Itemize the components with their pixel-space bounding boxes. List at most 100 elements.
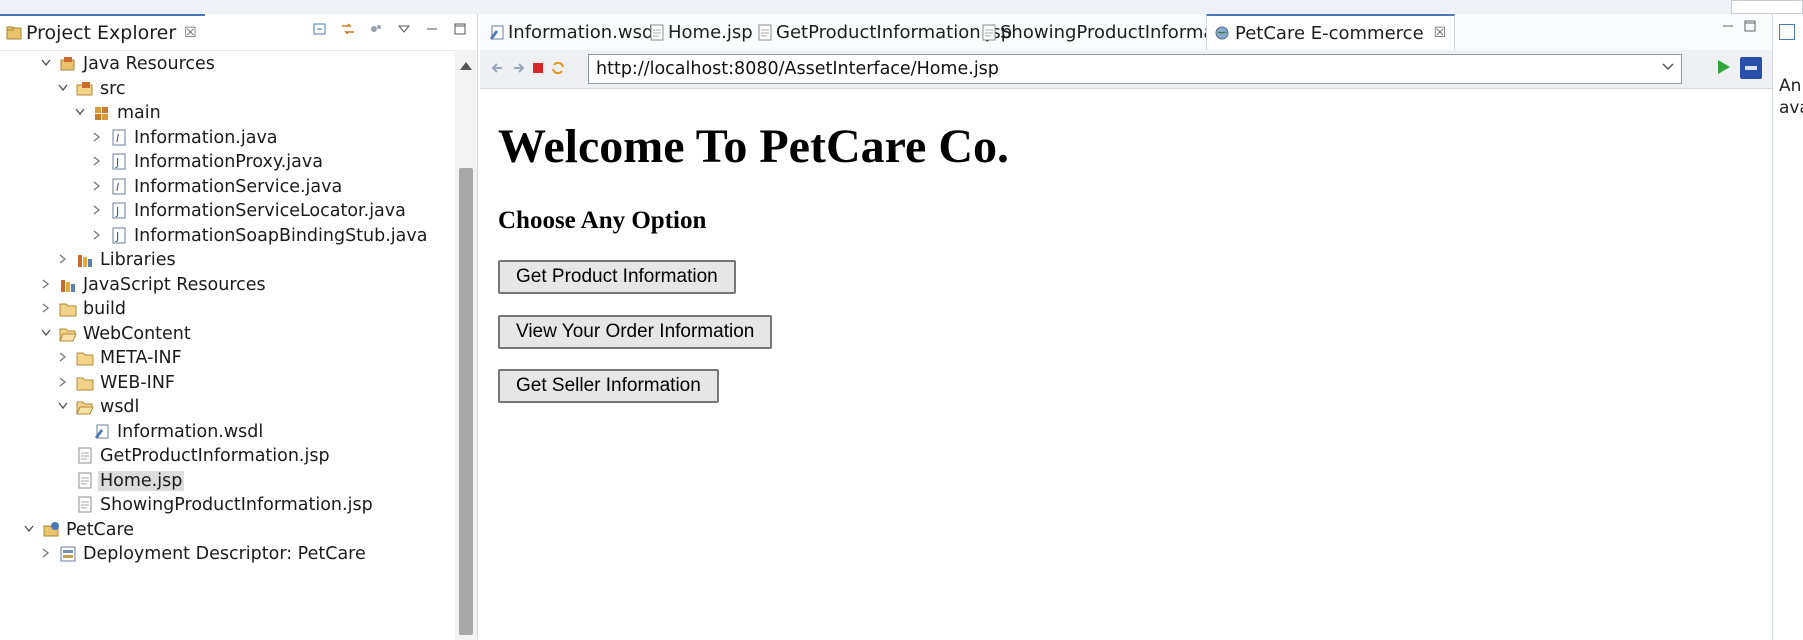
tree-item[interactable]: build [39, 296, 128, 322]
chevron-down-icon[interactable] [39, 57, 53, 71]
tree-item[interactable]: J InformationProxy.java [90, 149, 325, 175]
tree-item[interactable]: Information.wsdl [73, 419, 265, 445]
minimize-icon[interactable] [1722, 20, 1734, 35]
tree-item[interactable]: Deployment Descriptor: PetCare [39, 541, 368, 567]
tab-label: Project Explorer [26, 22, 177, 44]
chevron-down-icon[interactable] [1661, 60, 1675, 76]
minimize-icon[interactable] [423, 20, 441, 38]
tree-item[interactable]: ShowingProductInformation.jsp [56, 492, 375, 518]
tree-item-label: WebContent [83, 324, 191, 344]
tree-item-label: InformationProxy.java [134, 152, 323, 172]
chevron-right-icon[interactable] [56, 351, 70, 366]
url-input[interactable]: http://localhost:8080/AssetInterface/Hom… [588, 54, 1682, 84]
editor-tab[interactable]: Home.jsp [640, 14, 761, 50]
wsdl-file-icon [488, 24, 504, 40]
explorer-toolbar [311, 20, 469, 38]
tree-item[interactable]: J InformationServiceLocator.java [90, 198, 408, 224]
close-icon[interactable]: ☒ [184, 25, 197, 41]
folder-icon [76, 349, 94, 367]
folder-open-icon [76, 398, 94, 416]
tree-item-label: Information.java [134, 128, 278, 148]
forward-icon[interactable] [510, 60, 526, 76]
chevron-right-icon[interactable] [90, 204, 104, 219]
java-file-icon: J [110, 202, 128, 220]
filter-icon[interactable] [367, 20, 385, 38]
get-seller-information-button[interactable]: Get Seller Information [498, 369, 719, 403]
chevron-down-icon[interactable] [22, 523, 36, 537]
scrollbar-thumb[interactable] [459, 168, 473, 635]
tree-item-label: Libraries [100, 250, 176, 270]
tree-item[interactable]: src [56, 76, 128, 102]
folder-icon [59, 300, 77, 318]
tree-item[interactable]: GetProductInformation.jsp [56, 443, 332, 469]
svg-text:J: J [115, 230, 119, 243]
chevron-down-icon[interactable] [56, 400, 70, 414]
refresh-icon[interactable] [550, 60, 566, 76]
tree-item-label: ShowingProductInformation.jsp [100, 495, 373, 515]
chevron-right-icon[interactable] [56, 376, 70, 391]
chevron-right-icon[interactable] [90, 229, 104, 244]
explorer-scrollbar[interactable] [455, 50, 477, 640]
tree-item[interactable]: wsdl [56, 394, 141, 420]
chevron-right-icon[interactable] [56, 253, 70, 268]
tree-item-label: WEB-INF [100, 373, 175, 393]
source-folder-icon [76, 80, 94, 98]
tree-item[interactable]: Home.jsp [56, 468, 185, 494]
java-resources-icon [59, 55, 77, 73]
project-explorer-tabbar: Project Explorer ☒ [0, 14, 477, 51]
right-panel-text-2: ava [1779, 98, 1803, 118]
chevron-right-icon[interactable] [39, 547, 53, 562]
tree-item[interactable]: J InformationSoapBindingStub.java [90, 223, 429, 249]
tree-item[interactable]: I Information.java [90, 125, 280, 151]
jsp-file-icon [76, 496, 94, 514]
get-product-information-button[interactable]: Get Product Information [498, 260, 736, 294]
go-icon[interactable] [1718, 60, 1730, 74]
tree-item[interactable]: Java Resources [39, 51, 217, 77]
outline-icon[interactable] [1779, 24, 1795, 40]
editor-tab[interactable]: PetCare E-commerce ☒ [1206, 14, 1456, 50]
chevron-down-icon[interactable] [56, 82, 70, 96]
project-explorer-icon [6, 25, 22, 41]
scroll-up-icon[interactable] [460, 62, 472, 70]
editor-tabbar: Information.wsdl Home.jsp GetProductInform… [480, 14, 1772, 51]
tree-item[interactable]: WEB-INF [56, 370, 177, 396]
tree-item[interactable]: I InformationService.java [90, 174, 344, 200]
tree-item[interactable]: JavaScript Resources [39, 272, 268, 298]
java-file-icon: J [110, 227, 128, 245]
maximize-icon[interactable] [1744, 20, 1756, 35]
collapse-all-icon[interactable] [311, 20, 329, 38]
chevron-right-icon[interactable] [90, 155, 104, 170]
chevron-right-icon[interactable] [39, 278, 53, 293]
link-with-editor-icon[interactable] [339, 20, 357, 38]
maximize-icon[interactable] [451, 20, 469, 38]
view-order-information-button[interactable]: View Your Order Information [498, 315, 773, 349]
tree-item[interactable]: Libraries [56, 247, 178, 273]
editor-tab-label: Information.wsdl [508, 21, 659, 43]
tree-item[interactable]: main [73, 100, 163, 126]
java-file-icon: J [110, 153, 128, 171]
chevron-right-icon[interactable] [39, 302, 53, 317]
editor-tab-label: PetCare E-commerce [1235, 22, 1424, 44]
stop-icon[interactable] [530, 60, 546, 76]
deployment-descriptor-icon [59, 545, 77, 563]
open-external-browser-icon[interactable] [1740, 57, 1762, 79]
back-icon[interactable] [490, 60, 506, 76]
chevron-down-icon[interactable] [73, 106, 87, 120]
jsp-file-icon [76, 472, 94, 490]
tree-item-label: Home.jsp [98, 471, 185, 491]
tree-item[interactable]: PetCare [22, 517, 136, 543]
tree-item-label: JavaScript Resources [83, 275, 266, 295]
view-menu-icon[interactable] [395, 20, 413, 38]
libraries-icon [59, 276, 77, 294]
tree-item-label: wsdl [100, 397, 140, 417]
editor-tab[interactable]: Information.wsdl [480, 14, 666, 50]
chevron-down-icon[interactable] [39, 327, 53, 341]
chevron-right-icon[interactable] [90, 180, 104, 195]
page-title: Welcome To PetCare Co. [498, 120, 1010, 173]
quick-access-field[interactable] [1731, 0, 1803, 14]
tree-item[interactable]: META-INF [56, 345, 184, 371]
tab-project-explorer[interactable]: Project Explorer ☒ [0, 14, 205, 50]
chevron-right-icon[interactable] [90, 131, 104, 146]
close-icon[interactable]: ☒ [1434, 25, 1447, 41]
tree-item[interactable]: WebContent [39, 321, 193, 347]
